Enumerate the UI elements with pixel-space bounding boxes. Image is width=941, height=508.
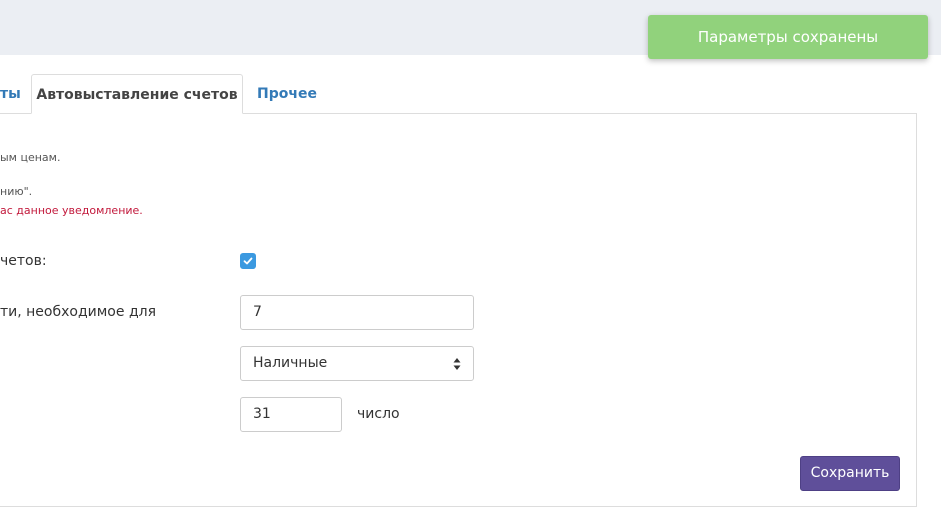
days-required-input[interactable]: 7 (240, 295, 474, 330)
day-of-month-suffix: число (357, 406, 400, 422)
tab-other[interactable]: Прочее (244, 74, 330, 114)
day-of-month-input[interactable]: 31 (240, 397, 342, 432)
payment-method-value: Наличные (253, 355, 328, 371)
tab-previous[interactable]: ты (0, 74, 31, 114)
checkmark-icon (243, 257, 253, 265)
days-required-label: ти, необходимое для (0, 304, 156, 320)
info-note-line-1: ым ценам. (0, 151, 61, 164)
sort-arrows-icon (453, 358, 461, 370)
enable-auto-invoicing-label: четов: (0, 253, 47, 269)
saved-notification-toast: Параметры сохранены (648, 15, 928, 59)
payment-method-select[interactable]: Наличные (240, 346, 474, 381)
warning-note: ас данное уведомление. (0, 204, 143, 217)
save-button[interactable]: Сохранить (800, 456, 900, 491)
info-note-line-2: нию". (0, 185, 33, 198)
tab-auto-invoicing[interactable]: Автовыставление счетов (31, 74, 243, 114)
enable-auto-invoicing-checkbox[interactable] (240, 253, 256, 269)
